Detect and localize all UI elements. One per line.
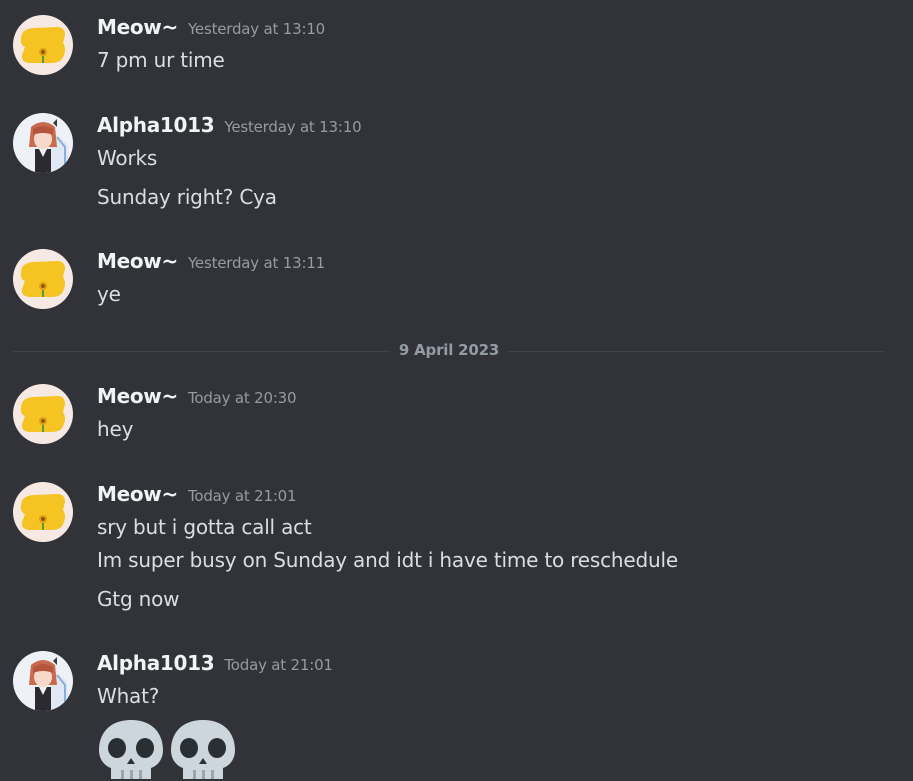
message-text: What? xyxy=(97,684,160,708)
message-header: Alpha1013 Yesterday at 13:10 xyxy=(97,113,362,139)
user-avatar[interactable] xyxy=(13,15,73,75)
user-avatar[interactable] xyxy=(13,249,73,309)
username[interactable]: Meow~ xyxy=(97,15,178,39)
message-header: Meow~ Yesterday at 13:11 xyxy=(97,249,325,275)
message-header: Meow~ Yesterday at 13:10 xyxy=(97,15,325,41)
message-text: hey xyxy=(97,417,134,441)
sunflower-avatar-icon xyxy=(13,384,73,444)
username[interactable]: Meow~ xyxy=(97,384,178,408)
timestamp: Today at 21:01 xyxy=(187,487,297,505)
timestamp: Today at 20:30 xyxy=(187,389,297,407)
user-avatar[interactable] xyxy=(13,651,73,711)
message-text: 7 pm ur time xyxy=(97,48,225,72)
timestamp: Yesterday at 13:10 xyxy=(187,20,326,38)
user-avatar[interactable] xyxy=(13,113,73,173)
message-header: Alpha1013 Today at 21:01 xyxy=(97,651,333,677)
sunflower-avatar-icon xyxy=(13,15,73,75)
timestamp: Today at 21:01 xyxy=(224,656,333,674)
message-header: Meow~ Today at 20:30 xyxy=(97,384,297,410)
chat-message-list[interactable]: Meow~ Yesterday at 13:10 7 pm ur time Alp… xyxy=(0,0,913,781)
sunflower-avatar-icon xyxy=(13,249,73,309)
message-text: Im super busy on Sunday and idt i have t… xyxy=(97,548,678,572)
sunflower-avatar-icon xyxy=(13,482,73,542)
message-text: sry but i gotta call act xyxy=(97,515,312,539)
username[interactable]: Alpha1013 xyxy=(97,113,215,137)
skull-emoji-icon[interactable] xyxy=(97,718,165,781)
message-text: Sunday right? Cya xyxy=(97,185,277,209)
anime-girl-avatar-icon xyxy=(13,113,73,173)
username[interactable]: Alpha1013 xyxy=(97,651,215,675)
timestamp: Yesterday at 13:11 xyxy=(187,254,326,272)
username[interactable]: Meow~ xyxy=(97,249,178,273)
message-text: Works xyxy=(97,146,158,170)
message-text: ye xyxy=(97,282,121,306)
user-avatar[interactable] xyxy=(13,384,73,444)
skull-emoji-icon[interactable] xyxy=(169,718,237,781)
timestamp: Yesterday at 13:10 xyxy=(224,118,362,136)
date-divider-label: 9 April 2023 xyxy=(390,341,508,359)
user-avatar[interactable] xyxy=(13,482,73,542)
username[interactable]: Meow~ xyxy=(97,482,178,506)
message-text: Gtg now xyxy=(97,587,180,611)
message-header: Meow~ Today at 21:01 xyxy=(97,482,297,508)
anime-girl-avatar-icon xyxy=(13,651,73,711)
emoji-row xyxy=(97,718,241,781)
